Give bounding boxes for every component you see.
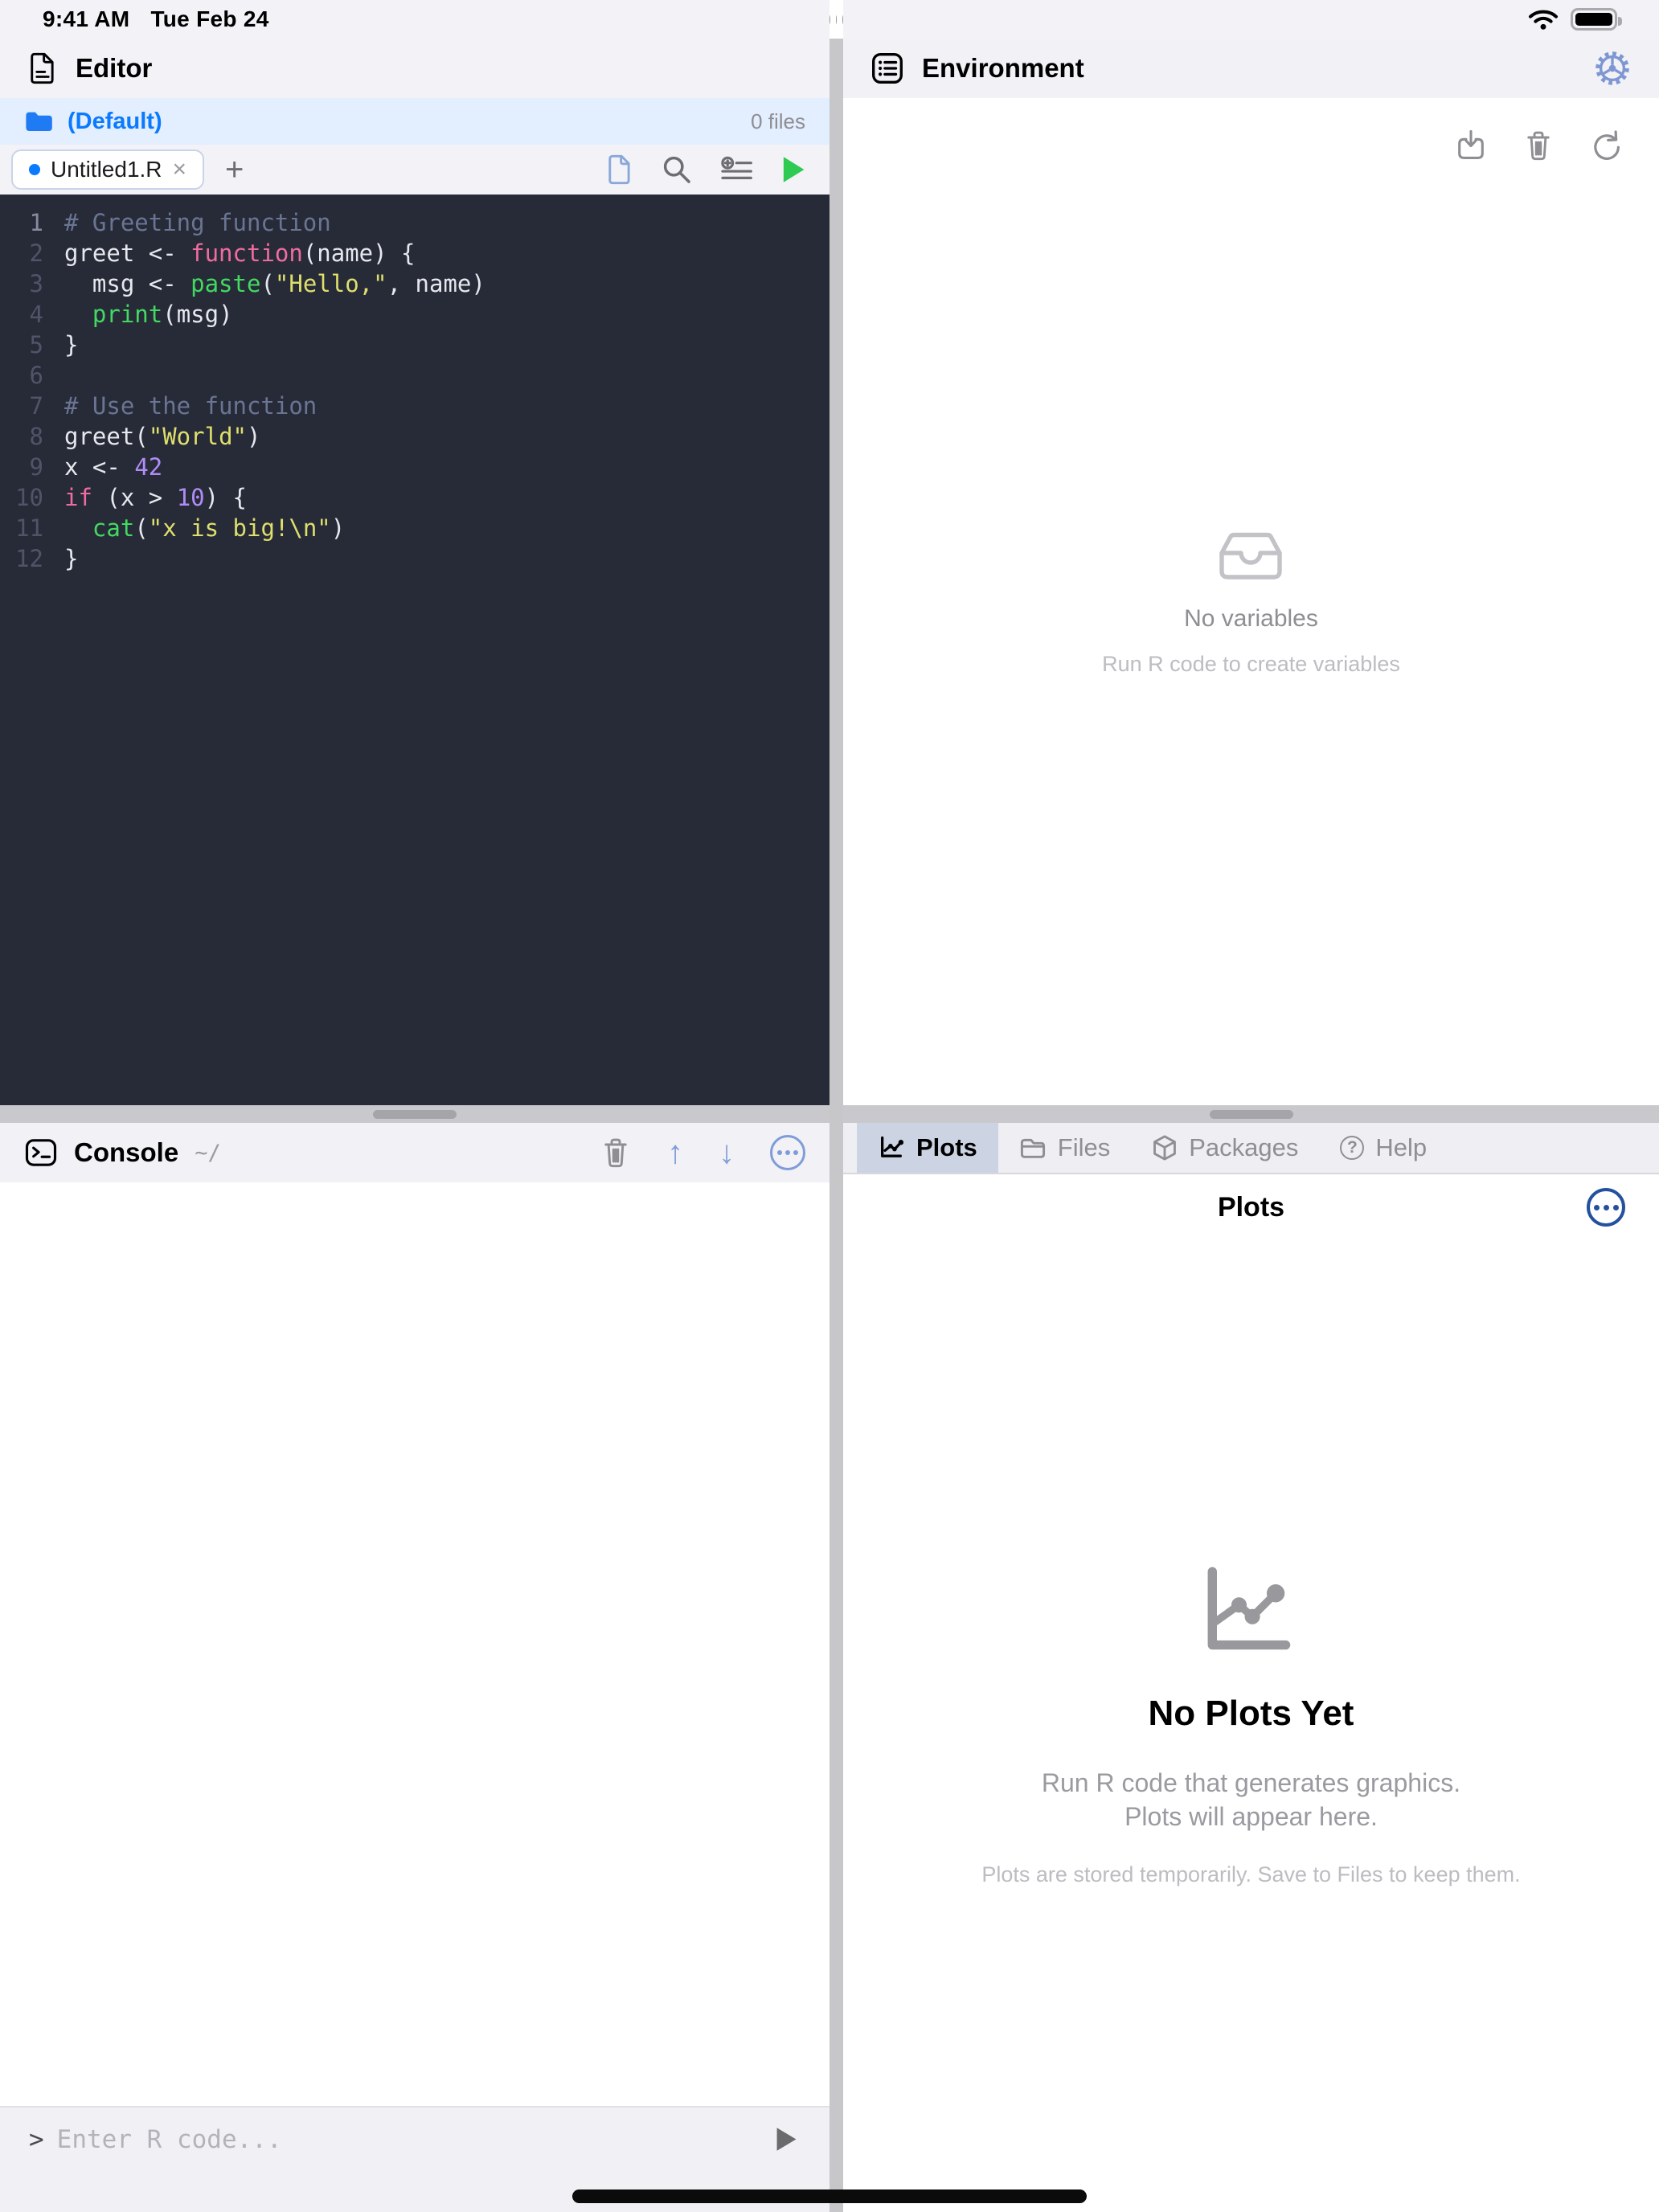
console-output[interactable]: [0, 1182, 830, 2106]
drag-handle[interactable]: [373, 1110, 457, 1119]
left-panel: 9:41 AM Tue Feb 24 Editor (Default) 0 fi…: [0, 0, 830, 2212]
unsaved-dot-icon: [29, 164, 40, 175]
tab-plots-label: Plots: [916, 1133, 977, 1162]
plots-title: Plots: [1218, 1192, 1284, 1223]
tab-help[interactable]: ? Help: [1319, 1123, 1448, 1173]
code-line: 11 cat("x is big!\n"): [0, 513, 830, 543]
plots-empty-title: No Plots Yet: [1149, 1694, 1354, 1734]
plots-body: No Plots Yet Run R code that generates g…: [843, 1240, 1659, 2212]
wifi-icon: [1527, 7, 1559, 31]
document-icon: [27, 51, 58, 85]
history-up-icon[interactable]: ↑: [667, 1137, 683, 1169]
empty-tray-icon: [1212, 526, 1289, 584]
code-line: 4 print(msg): [0, 299, 830, 330]
code-line: 6: [0, 360, 830, 391]
editor-console-divider[interactable]: [0, 1105, 830, 1123]
status-bar-left: 9:41 AM Tue Feb 24: [0, 0, 830, 39]
code-line: 10if (x > 10) {: [0, 482, 830, 513]
plots-chart-icon: [878, 1135, 905, 1161]
editor-header: Editor: [0, 39, 830, 98]
code-lines: 1# Greeting function2greet <- function(n…: [0, 207, 830, 574]
settings-gear-icon[interactable]: [1593, 49, 1632, 88]
import-data-icon[interactable]: [1453, 127, 1489, 164]
workspace-label: (Default): [68, 109, 162, 135]
battery-icon: [1571, 8, 1617, 31]
drag-handle[interactable]: [1210, 1110, 1293, 1119]
console-prompt: >: [29, 2125, 44, 2154]
code-line: 9x <- 42: [0, 452, 830, 482]
environment-body: No variables Run R code to create variab…: [843, 98, 1659, 1105]
right-panel: Environment: [843, 0, 1659, 2212]
clear-environment-icon[interactable]: [1522, 127, 1555, 164]
tab-help-label: Help: [1375, 1133, 1427, 1162]
code-line: 7# Use the function: [0, 391, 830, 421]
home-indicator[interactable]: [572, 2189, 1087, 2203]
folder-icon: [24, 109, 53, 133]
search-icon[interactable]: [661, 154, 693, 186]
console-title: Console: [74, 1137, 178, 1168]
code-line: 2greet <- function(name) {: [0, 238, 830, 268]
environment-plots-divider[interactable]: [843, 1105, 1659, 1123]
code-editor[interactable]: 1# Greeting function2greet <- function(n…: [0, 195, 830, 1105]
tab-files-label: Files: [1058, 1133, 1110, 1162]
no-plots-chart-icon: [1198, 1565, 1303, 1655]
plots-empty-description: Run R code that generates graphics. Plot…: [1042, 1766, 1460, 1833]
history-down-icon[interactable]: ↓: [719, 1137, 735, 1169]
plots-empty-line1: Run R code that generates graphics.: [1042, 1766, 1460, 1800]
packages-box-icon: [1152, 1134, 1178, 1161]
plots-more-icon[interactable]: [1587, 1188, 1625, 1227]
tab-packages[interactable]: Packages: [1131, 1123, 1319, 1173]
close-tab-icon[interactable]: ×: [173, 158, 187, 182]
split-view-handle[interactable]: [830, 0, 843, 39]
code-line: 3 msg <- paste("Hello,", name): [0, 268, 830, 299]
code-line: 8greet("World"): [0, 421, 830, 452]
tab-plots[interactable]: Plots: [857, 1123, 998, 1173]
run-file-icon[interactable]: [781, 156, 805, 183]
code-line: 1# Greeting function: [0, 207, 830, 238]
plots-empty-note: Plots are stored temporarily. Save to Fi…: [981, 1862, 1520, 1887]
environment-empty-state: No variables Run R code to create variab…: [1102, 526, 1400, 677]
environment-toolbar: [1453, 127, 1624, 164]
clear-console-icon[interactable]: [600, 1135, 632, 1170]
new-file-icon[interactable]: [606, 154, 633, 186]
console-header: Console ~/ ↑ ↓: [0, 1123, 830, 1182]
environment-title: Environment: [922, 53, 1084, 84]
console-actions: ↑ ↓: [600, 1135, 805, 1170]
editor-toolbar: [606, 154, 818, 186]
files-folder-icon: [1019, 1136, 1047, 1160]
workspace-selector[interactable]: (Default) 0 files: [0, 98, 830, 145]
file-tab-untitled1[interactable]: Untitled1.R ×: [11, 150, 204, 190]
help-icon: ?: [1340, 1136, 1364, 1160]
console-path: ~/: [195, 1141, 221, 1165]
code-line: 5}: [0, 330, 830, 360]
file-tab-label: Untitled1.R: [51, 157, 162, 182]
run-code-icon[interactable]: [776, 2127, 797, 2152]
files-count: 0 files: [751, 109, 805, 134]
editor-title: Editor: [76, 53, 152, 84]
tab-files[interactable]: Files: [998, 1123, 1131, 1173]
variable-list-icon: [870, 51, 904, 85]
tab-packages-label: Packages: [1189, 1133, 1298, 1162]
plots-header: Plots: [843, 1174, 1659, 1240]
environment-header: Environment: [843, 39, 1659, 98]
refresh-icon[interactable]: [1588, 127, 1624, 164]
terminal-icon: [24, 1136, 58, 1169]
status-bar-right: [843, 0, 1659, 39]
status-time: 9:41 AM: [43, 6, 129, 32]
editor-tab-bar: Untitled1.R × +: [0, 145, 830, 195]
code-line: 12}: [0, 543, 830, 574]
panel-split-divider[interactable]: [830, 0, 843, 2212]
console-more-icon[interactable]: [770, 1135, 805, 1170]
plots-empty-state: No Plots Yet Run R code that generates g…: [981, 1565, 1520, 1887]
environment-empty-title: No variables: [1184, 605, 1318, 633]
environment-empty-subtitle: Run R code to create variables: [1102, 652, 1400, 677]
plots-empty-line2: Plots will appear here.: [1042, 1800, 1460, 1833]
console-input[interactable]: Enter R code...: [57, 2125, 776, 2154]
right-tab-bar: Plots Files Packages ? Help: [843, 1123, 1659, 1174]
status-date: Tue Feb 24: [150, 6, 268, 32]
add-tab-button[interactable]: +: [225, 154, 244, 186]
outline-list-icon[interactable]: [720, 155, 754, 184]
